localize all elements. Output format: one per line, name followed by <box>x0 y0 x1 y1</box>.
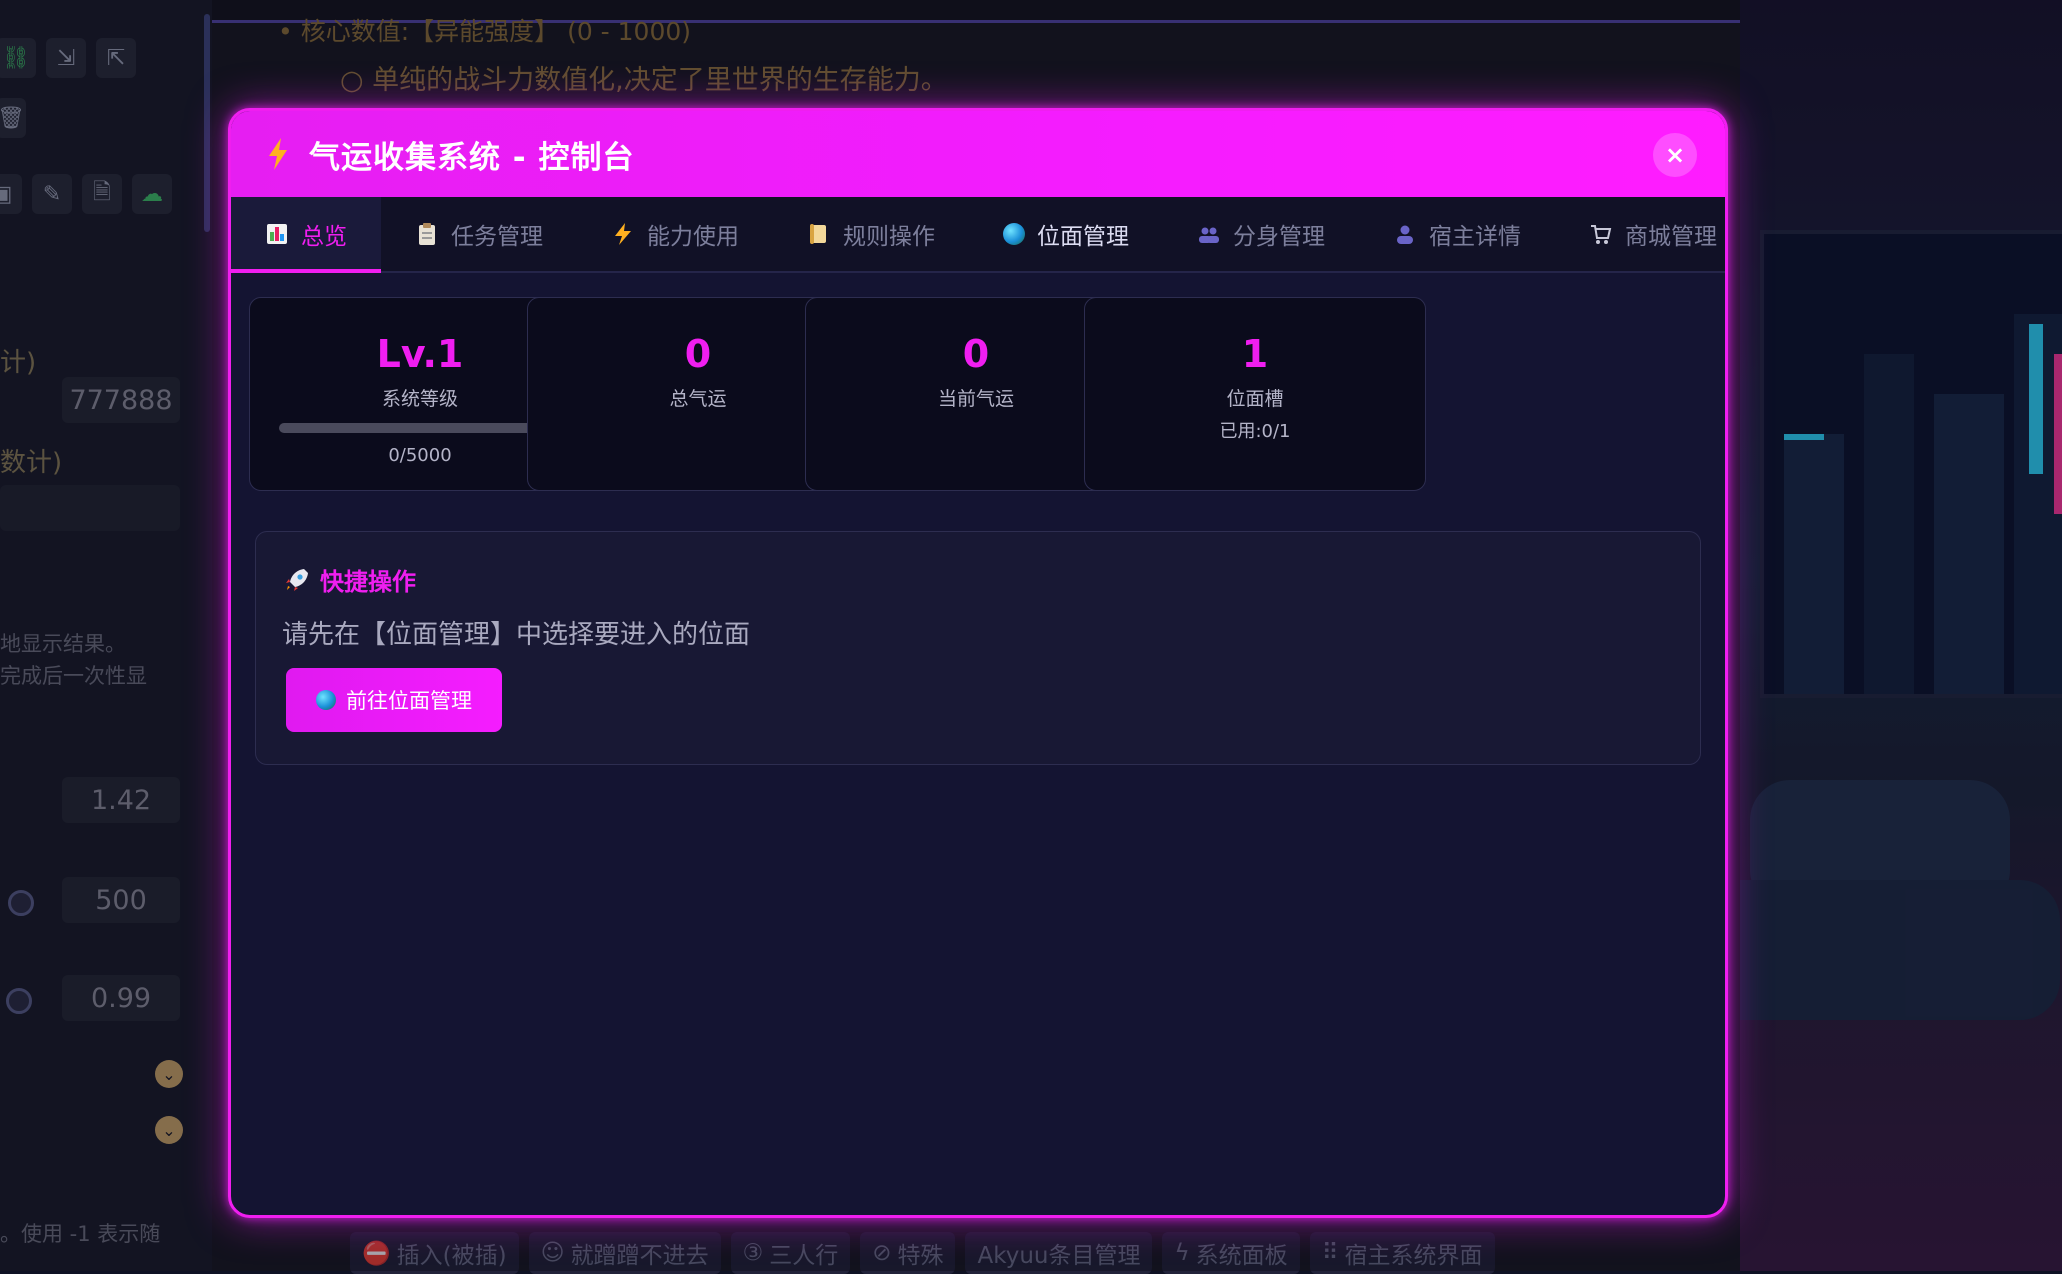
globe-icon <box>1003 223 1025 245</box>
plane-slots-value: 1 <box>1241 332 1269 376</box>
cart-icon <box>1591 225 1612 244</box>
stat-card-plane-slots: 1 位面槽 已用:0/1 <box>1084 297 1426 491</box>
tab-task-management[interactable]: 任务管理 <box>381 197 577 271</box>
system-console-modal: 气运收集系统 - 控制台 × 总览 任务管理 能力使用 规则操作 位面管理 分身… <box>228 108 1728 1218</box>
quick-actions-panel: 快捷操作 请先在【位面管理】中选择要进入的位面 前往位面管理 <box>255 531 1701 765</box>
tab-plane-management[interactable]: 位面管理 <box>969 197 1163 271</box>
clipboard-icon <box>419 223 435 245</box>
plane-slots-usage: 已用:0/1 <box>1219 421 1291 442</box>
globe-icon <box>316 690 336 710</box>
bolt-icon <box>269 138 287 170</box>
rocket-icon <box>286 568 308 591</box>
tab-ability-use[interactable]: 能力使用 <box>577 197 773 271</box>
tab-rule-operation[interactable]: 规则操作 <box>773 197 969 271</box>
bolt-icon <box>615 223 631 245</box>
close-button[interactable]: × <box>1653 133 1697 177</box>
go-to-plane-management-button[interactable]: 前往位面管理 <box>286 668 502 732</box>
tab-bar: 总览 任务管理 能力使用 规则操作 位面管理 分身管理 宿主详情 商城管理 <box>231 197 1725 273</box>
scroll-icon <box>810 224 826 244</box>
plane-slots-label: 位面槽 <box>1226 388 1284 410</box>
overview-panel: Lv.1 系统等级 0/5000 0 总气运 0 当前气运 1 位面槽 已用:0… <box>231 273 1725 1213</box>
person-icon <box>1397 225 1413 244</box>
modal-header: 气运收集系统 - 控制台 × <box>231 111 1725 197</box>
people-icon <box>1199 227 1219 243</box>
tab-host-details[interactable]: 宿主详情 <box>1359 197 1555 271</box>
level-progress-bar <box>279 423 561 433</box>
bar-chart-icon <box>267 224 287 244</box>
tab-shop-management[interactable]: 商城管理 <box>1555 197 1725 271</box>
modal-title: 气运收集系统 - 控制台 <box>309 139 635 176</box>
quick-actions-hint: 请先在【位面管理】中选择要进入的位面 <box>282 620 751 650</box>
quick-actions-title: 快捷操作 <box>284 562 416 597</box>
tab-overview[interactable]: 总览 <box>231 197 381 273</box>
tab-clone-management[interactable]: 分身管理 <box>1163 197 1359 271</box>
